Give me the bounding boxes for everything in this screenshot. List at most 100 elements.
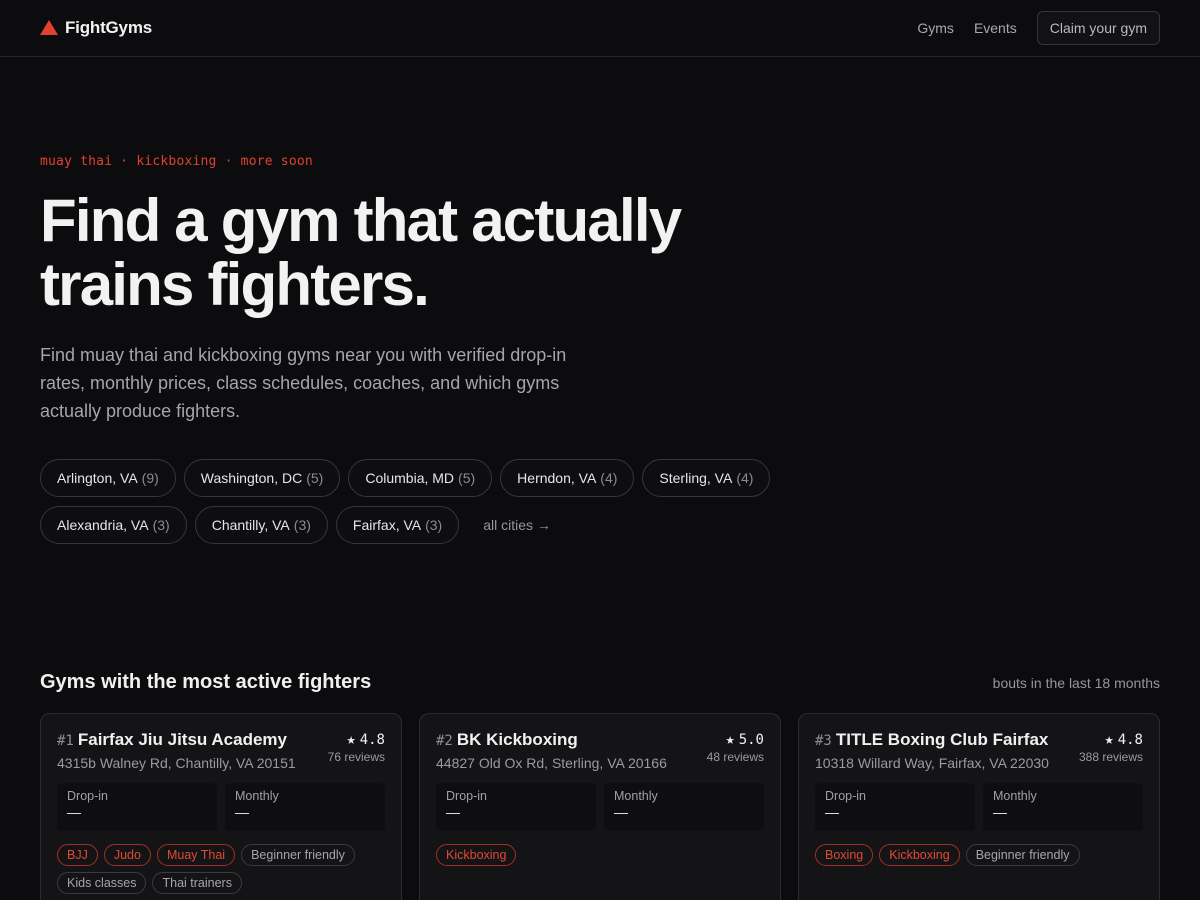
claim-gym-button[interactable]: Claim your gym bbox=[1036, 11, 1160, 45]
rating-number: 4.8 bbox=[1117, 732, 1143, 748]
top-gyms-section: Gyms with the most active fighters bouts… bbox=[0, 671, 1200, 900]
hero: muay thai · kickboxing · more soon Find … bbox=[0, 57, 1200, 544]
gym-name-text: BK Kickboxing bbox=[456, 730, 578, 749]
discipline-tag: BJJ bbox=[57, 844, 98, 866]
brand[interactable]: FightGyms bbox=[40, 18, 152, 38]
rating-number: 4.8 bbox=[359, 732, 385, 748]
discipline-tag: Kickboxing bbox=[879, 844, 960, 866]
monthly-price-box: Monthly — bbox=[983, 783, 1143, 831]
gym-rating: ★ 5.0 48 reviews bbox=[707, 730, 764, 771]
gym-tags: Boxing Kickboxing Beginner friendly bbox=[815, 844, 1143, 866]
city-chip[interactable]: Chantilly, VA (3) bbox=[194, 506, 328, 544]
hero-subtitle: Find muay thai and kickboxing gyms near … bbox=[40, 345, 567, 421]
city-chip[interactable]: Washington, DC (5) bbox=[183, 459, 341, 497]
star-icon: ★ bbox=[346, 730, 356, 748]
rating-value: ★ 4.8 bbox=[328, 730, 385, 748]
gym-card[interactable]: #1 Fairfax Jiu Jitsu Academy 4315b Walney … bbox=[40, 713, 402, 900]
gym-card-header: #1 Fairfax Jiu Jitsu Academy 4315b Walney … bbox=[57, 730, 385, 771]
monthly-price-box: Monthly — bbox=[225, 783, 385, 831]
star-icon: ★ bbox=[725, 730, 735, 748]
drop-in-value: — bbox=[446, 804, 460, 820]
gym-name-text: TITLE Boxing Club Fairfax bbox=[835, 730, 1049, 749]
city-chip-name: Alexandria, VA bbox=[57, 517, 149, 533]
drop-in-value: — bbox=[67, 804, 81, 820]
city-chip[interactable]: Sterling, VA (4) bbox=[642, 459, 771, 497]
monthly-value: — bbox=[993, 804, 1007, 820]
gym-card-info: #3 TITLE Boxing Club Fairfax 10318 Willard… bbox=[815, 730, 1049, 771]
gym-rating: ★ 4.8 388 reviews bbox=[1079, 730, 1143, 771]
gym-address: 10318 Willard Way, Fairfax, VA 22030 bbox=[815, 755, 1049, 771]
city-chip-count: (4) bbox=[736, 470, 754, 486]
triangle-logo-icon bbox=[40, 19, 58, 35]
drop-in-label: Drop-in bbox=[446, 789, 487, 803]
star-icon: ★ bbox=[1104, 730, 1114, 748]
nav-link-events[interactable]: Events bbox=[974, 20, 1017, 36]
brand-name: FightGyms bbox=[65, 18, 152, 37]
city-chip-list: Arlington, VA (9) Washington, DC (5) Columbi… bbox=[40, 459, 800, 544]
drop-in-price-box: Drop-in — bbox=[815, 783, 975, 831]
city-chip-count: (9) bbox=[141, 470, 159, 486]
city-chip[interactable]: Columbia, MD (5) bbox=[348, 459, 493, 497]
drop-in-value: — bbox=[825, 804, 839, 820]
drop-in-price-box: Drop-in — bbox=[57, 783, 217, 831]
section-title: Gyms with the most active fighters bbox=[40, 671, 372, 693]
nav-link-gyms[interactable]: Gyms bbox=[917, 20, 954, 36]
city-chip[interactable]: Fairfax, VA (3) bbox=[335, 506, 460, 544]
city-chip[interactable]: Arlington, VA (9) bbox=[40, 459, 176, 497]
gym-name[interactable]: #1 Fairfax Jiu Jitsu Academy bbox=[57, 730, 296, 750]
gym-name[interactable]: #2 BK Kickboxing bbox=[436, 730, 667, 750]
gym-rank: #1 bbox=[57, 733, 74, 749]
all-cities-link[interactable]: all cities → bbox=[467, 506, 567, 544]
drop-in-label: Drop-in bbox=[67, 789, 108, 803]
monthly-label: Monthly bbox=[993, 789, 1037, 803]
gym-rank: #3 bbox=[815, 733, 832, 749]
city-chip-name: Chantilly, VA bbox=[211, 517, 290, 533]
gym-tags: Kickboxing bbox=[436, 844, 764, 866]
monthly-price-box: Monthly — bbox=[604, 783, 764, 831]
gym-name[interactable]: #3 TITLE Boxing Club Fairfax bbox=[815, 730, 1049, 750]
gym-tags: BJJ Judo Muay Thai Beginner friendly Kids cl… bbox=[57, 844, 385, 894]
city-chip-name: Washington, DC bbox=[200, 470, 303, 486]
gym-address: 44827 Old Ox Rd, Sterling, VA 20166 bbox=[436, 755, 667, 771]
discipline-tag: Muay Thai bbox=[156, 844, 236, 866]
city-chip-name: Arlington, VA bbox=[57, 470, 138, 486]
hero-title-line-1: Find a gym that actually bbox=[40, 187, 682, 254]
city-chip-name: Herndon, VA bbox=[517, 470, 597, 486]
city-chip-count: (5) bbox=[306, 470, 324, 486]
review-count: 76 reviews bbox=[327, 750, 385, 764]
gym-rating: ★ 4.8 76 reviews bbox=[328, 730, 385, 771]
city-chip-count: (5) bbox=[458, 470, 476, 486]
discipline-tag: Boxing bbox=[815, 844, 874, 866]
monthly-label: Monthly bbox=[614, 789, 658, 803]
feature-tag: Kids classes bbox=[57, 872, 147, 894]
rating-value: ★ 4.8 bbox=[1079, 730, 1143, 748]
city-chip-count: (3) bbox=[293, 517, 311, 533]
drop-in-label: Drop-in bbox=[825, 789, 866, 803]
gym-card[interactable]: #2 BK Kickboxing 44827 Old Ox Rd, Sterling… bbox=[419, 713, 781, 900]
city-chip-name: Fairfax, VA bbox=[352, 517, 422, 533]
city-chip[interactable]: Herndon, VA (4) bbox=[500, 459, 635, 497]
monthly-value: — bbox=[614, 804, 628, 820]
city-chip[interactable]: Alexandria, VA (3) bbox=[40, 506, 187, 544]
feature-tag: Thai trainers bbox=[152, 872, 242, 894]
review-count: 48 reviews bbox=[706, 750, 764, 764]
hero-title: Find a gym that actually trains fighters… bbox=[40, 189, 760, 317]
price-boxes: Drop-in — Monthly — bbox=[815, 783, 1143, 831]
gym-address: 4315b Walney Rd, Chantilly, VA 20151 bbox=[57, 755, 296, 771]
drop-in-price-box: Drop-in — bbox=[436, 783, 596, 831]
monthly-label: Monthly bbox=[235, 789, 279, 803]
gym-card[interactable]: #3 TITLE Boxing Club Fairfax 10318 Willard… bbox=[798, 713, 1160, 900]
gym-name-text: Fairfax Jiu Jitsu Academy bbox=[77, 730, 287, 749]
rating-value: ★ 5.0 bbox=[707, 730, 764, 748]
top-bar: FightGyms Gyms Events Claim your gym bbox=[0, 0, 1200, 57]
gym-rank: #2 bbox=[436, 733, 453, 749]
discipline-tag: Judo bbox=[103, 844, 151, 866]
feature-tag: Beginner friendly bbox=[965, 844, 1080, 866]
gym-card-info: #1 Fairfax Jiu Jitsu Academy 4315b Walney … bbox=[57, 730, 296, 771]
rating-number: 5.0 bbox=[738, 732, 764, 748]
hero-title-line-2: trains fighters. bbox=[40, 251, 430, 318]
price-boxes: Drop-in — Monthly — bbox=[57, 783, 385, 831]
gym-card-list: #1 Fairfax Jiu Jitsu Academy 4315b Walney … bbox=[40, 713, 1160, 900]
discipline-tag: Kickboxing bbox=[436, 844, 517, 866]
gym-card-info: #2 BK Kickboxing 44827 Old Ox Rd, Sterling… bbox=[436, 730, 667, 771]
